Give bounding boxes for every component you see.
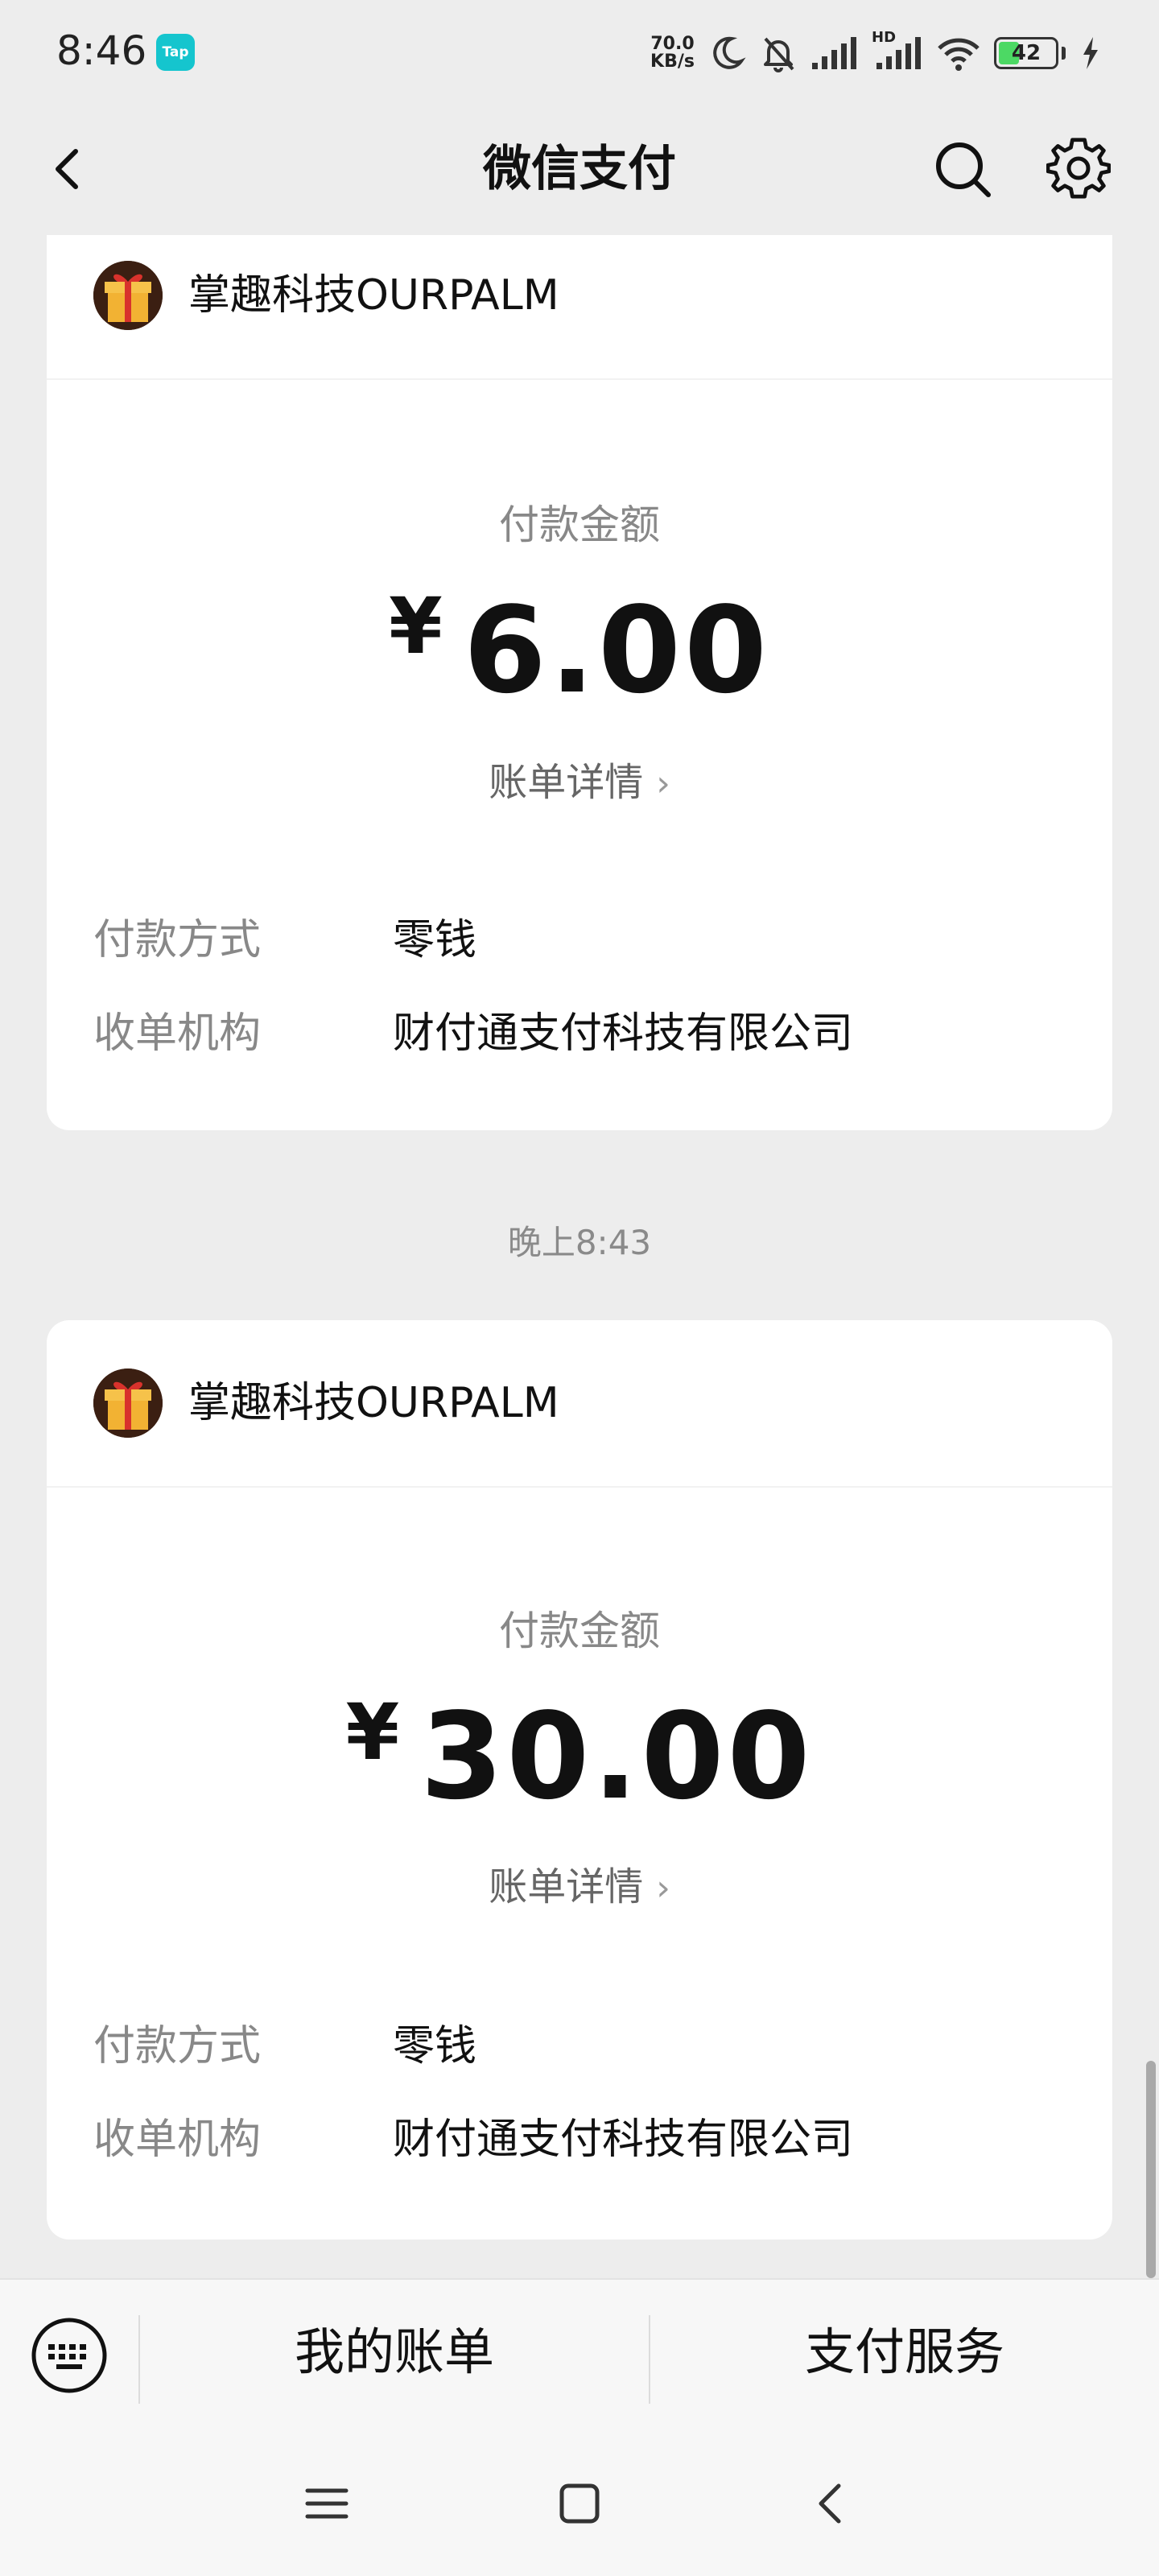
acquirer-label: 收单机构 bbox=[93, 1009, 262, 1058]
acquirer-row: 收单机构 财付通支付科技有限公司 bbox=[93, 1001, 1080, 1066]
battery-tip bbox=[1062, 47, 1066, 60]
card-header: 掌趣科技OURPALM bbox=[47, 235, 1112, 380]
payment-method-value: 零钱 bbox=[393, 916, 477, 964]
acquirer-value: 财付通支付科技有限公司 bbox=[393, 2116, 854, 2164]
status-icons: 70.0 KB/s HD 42 bbox=[650, 29, 1103, 77]
bill-detail-label: 账单详情 bbox=[489, 1864, 644, 1909]
hd-signal: HD bbox=[872, 29, 923, 72]
gift-box-icon bbox=[93, 1368, 163, 1438]
bill-detail-label: 账单详情 bbox=[489, 760, 644, 805]
payment-method-row: 付款方式 零钱 bbox=[93, 2014, 1080, 2079]
card-header: 掌趣科技OURPALM bbox=[47, 1320, 1112, 1488]
navigation-bar: 微信支付 bbox=[0, 105, 1159, 233]
currency-symbol: ¥ bbox=[389, 581, 443, 671]
merchant-avatar bbox=[93, 1368, 163, 1438]
acquirer-value: 财付通支付科技有限公司 bbox=[393, 1009, 854, 1058]
battery-body: 42 bbox=[994, 37, 1058, 69]
payment-method-row: 付款方式 零钱 bbox=[93, 908, 1080, 972]
gift-box-icon bbox=[93, 261, 163, 330]
merchant-name: 掌趣科技OURPALM bbox=[188, 271, 559, 320]
nav-back-icon[interactable] bbox=[806, 2479, 855, 2528]
amount-label: 付款金额 bbox=[499, 502, 660, 548]
wifi-icon bbox=[938, 38, 980, 71]
currency-symbol: ¥ bbox=[345, 1687, 400, 1777]
transaction-card[interactable]: 掌趣科技OURPALM 付款金额 ¥6.00 账单详情 › 付款方式 零钱 收单机… bbox=[47, 235, 1112, 1130]
keyboard-icon[interactable] bbox=[29, 2315, 109, 2396]
bill-detail-link[interactable]: 账单详情 › bbox=[47, 750, 1112, 807]
payment-amount: ¥30.00 bbox=[47, 1687, 1112, 1826]
status-bar: 8:46 Tap 70.0 KB/s HD 42 bbox=[0, 0, 1159, 105]
system-navigation-bar bbox=[0, 2423, 1159, 2576]
amount-label: 付款金额 bbox=[499, 1608, 660, 1654]
bottom-menu-bar: 我的账单 支付服务 bbox=[0, 2278, 1159, 2423]
charging-icon bbox=[1083, 37, 1098, 69]
payment-method-label: 付款方式 bbox=[93, 2022, 262, 2070]
bell-muted-icon bbox=[764, 37, 794, 72]
merchant-name: 掌趣科技OURPALM bbox=[188, 1379, 559, 1427]
chevron-right-icon: › bbox=[656, 763, 670, 804]
gear-icon[interactable] bbox=[1046, 137, 1111, 201]
bill-detail-link[interactable]: 账单详情 › bbox=[47, 1855, 1112, 1911]
amount-value: 30.00 bbox=[420, 1687, 814, 1826]
acquirer-row: 收单机构 财付通支付科技有限公司 bbox=[93, 2107, 1080, 2172]
moon-icon bbox=[713, 36, 746, 69]
signal-hd-icon bbox=[876, 37, 921, 69]
menu-icon[interactable] bbox=[303, 2479, 351, 2528]
transaction-timestamp: 晚上8:43 bbox=[507, 1223, 652, 1262]
transaction-card[interactable]: 掌趣科技OURPALM 付款金额 ¥30.00 账单详情 › 付款方式 零钱 收单… bbox=[47, 1320, 1112, 2240]
network-speed-unit: KB/s bbox=[650, 52, 695, 72]
acquirer-label: 收单机构 bbox=[93, 2116, 262, 2164]
taptap-app-icon: Tap bbox=[156, 34, 195, 71]
search-icon[interactable] bbox=[932, 138, 993, 200]
payment-method-value: 零钱 bbox=[393, 2022, 477, 2070]
status-time: 8:46 bbox=[56, 27, 147, 74]
amount-value: 6.00 bbox=[463, 581, 770, 720]
network-speed: 70.0 KB/s bbox=[650, 35, 695, 71]
home-icon[interactable] bbox=[555, 2479, 604, 2528]
chevron-right-icon: › bbox=[656, 1868, 670, 1909]
merchant-avatar bbox=[93, 261, 163, 330]
battery-indicator: 42 bbox=[994, 37, 1066, 69]
battery-level: 42 bbox=[1011, 41, 1041, 65]
payment-amount: ¥6.00 bbox=[47, 581, 1112, 720]
payment-method-label: 付款方式 bbox=[93, 916, 262, 964]
signal-icon bbox=[812, 37, 856, 69]
pay-services-button[interactable]: 支付服务 bbox=[650, 2280, 1159, 2425]
my-bills-button[interactable]: 我的账单 bbox=[140, 2280, 649, 2425]
scrollbar[interactable] bbox=[1146, 2061, 1156, 2278]
network-speed-value: 70.0 bbox=[650, 34, 695, 54]
